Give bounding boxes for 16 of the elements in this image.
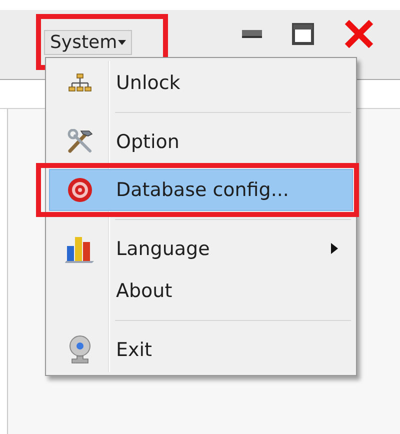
menu-item[interactable]: Language	[49, 228, 353, 270]
menu-item[interactable]: Database config...	[49, 169, 353, 211]
webcam-icon	[67, 335, 93, 365]
menu-item[interactable]: Unlock	[49, 62, 353, 104]
menu-item[interactable]: Exit	[49, 329, 353, 371]
menu-item[interactable]: About	[49, 270, 353, 312]
minimize-icon[interactable]	[242, 30, 262, 38]
close-icon[interactable]	[344, 20, 374, 48]
tools-icon	[66, 129, 94, 155]
system-menu-button[interactable]: System	[44, 30, 132, 55]
network-icon	[68, 73, 92, 93]
bar-chart-icon	[64, 234, 96, 264]
maximize-icon[interactable]	[292, 23, 314, 45]
caret-icon	[118, 40, 126, 45]
menu-item[interactable]: Option	[49, 121, 353, 163]
target-icon	[67, 177, 93, 203]
